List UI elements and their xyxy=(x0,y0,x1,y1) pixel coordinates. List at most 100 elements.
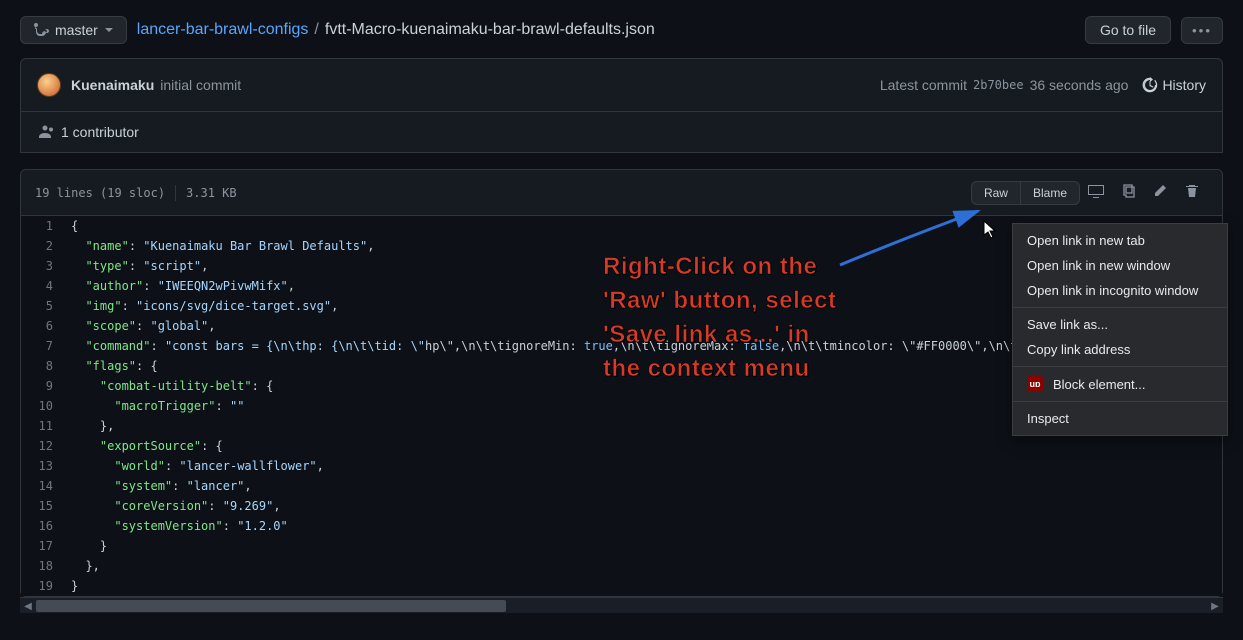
more-options-button[interactable]: ••• xyxy=(1181,17,1223,44)
line-number[interactable]: 18 xyxy=(21,556,71,576)
scrollbar-thumb[interactable] xyxy=(36,600,506,612)
history-label: History xyxy=(1162,77,1206,93)
contributors-row: 1 contributor xyxy=(21,112,1222,152)
context-menu: Open link in new tab Open link in new wi… xyxy=(1012,223,1228,436)
line-number[interactable]: 4 xyxy=(21,276,71,296)
line-content: "exportSource": { xyxy=(71,436,239,456)
git-branch-icon xyxy=(33,22,49,38)
line-number[interactable]: 8 xyxy=(21,356,71,376)
code-line: 15 "coreVersion": "9.269", xyxy=(21,496,1222,516)
line-content: "type": "script", xyxy=(71,256,224,276)
file-nav-bar: master lancer-bar-brawl-configs / fvtt-M… xyxy=(0,0,1243,58)
line-number[interactable]: 16 xyxy=(21,516,71,536)
commit-time: 36 seconds ago xyxy=(1030,77,1129,93)
line-content: }, xyxy=(71,556,116,576)
code-line: 16 "systemVersion": "1.2.0" xyxy=(21,516,1222,536)
horizontal-scrollbar[interactable]: ◀ ▶ xyxy=(20,597,1223,613)
ctx-open-new-tab[interactable]: Open link in new tab xyxy=(1013,228,1227,253)
breadcrumb-sep: / xyxy=(314,21,318,39)
file-actions: Raw Blame xyxy=(971,178,1208,207)
line-content: "system": "lancer", xyxy=(71,476,268,496)
line-number[interactable]: 13 xyxy=(21,456,71,476)
code-line: 19} xyxy=(21,576,1222,596)
commit-meta: Latest commit 2b70bee 36 seconds ago xyxy=(880,77,1129,93)
file-size: 3.31 KB xyxy=(186,186,237,200)
copy-icon-button[interactable] xyxy=(1112,178,1144,207)
screen-icon xyxy=(1088,183,1104,199)
line-number[interactable]: 19 xyxy=(21,576,71,596)
commit-box: Kuenaimaku initial commit Latest commit … xyxy=(20,58,1223,153)
ctx-divider xyxy=(1013,401,1227,402)
branch-label: master xyxy=(55,22,98,38)
commit-row: Kuenaimaku initial commit Latest commit … xyxy=(21,59,1222,112)
line-number[interactable]: 11 xyxy=(21,416,71,436)
line-number[interactable]: 12 xyxy=(21,436,71,456)
line-number[interactable]: 14 xyxy=(21,476,71,496)
code-line: 12 "exportSource": { xyxy=(21,436,1222,456)
line-content: } xyxy=(71,576,94,596)
line-content: "author": "IWEEQN2wPivwMifx", xyxy=(71,276,311,296)
line-number[interactable]: 10 xyxy=(21,396,71,416)
ublock-icon: uɒ xyxy=(1027,376,1043,392)
line-content: "scope": "global", xyxy=(71,316,232,336)
blame-button[interactable]: Blame xyxy=(1021,181,1080,205)
line-number[interactable]: 2 xyxy=(21,236,71,256)
pencil-icon xyxy=(1152,183,1168,199)
file-header: 19 lines (19 sloc) 3.31 KB Raw Blame xyxy=(21,170,1222,216)
latest-commit-label: Latest commit xyxy=(880,77,967,93)
line-number[interactable]: 6 xyxy=(21,316,71,336)
caret-down-icon xyxy=(104,25,114,35)
divider xyxy=(175,185,176,201)
ctx-copy-link[interactable]: Copy link address xyxy=(1013,337,1227,362)
scroll-left-arrow[interactable]: ◀ xyxy=(20,598,36,614)
ctx-inspect[interactable]: Inspect xyxy=(1013,406,1227,431)
repo-link[interactable]: lancer-bar-brawl-configs xyxy=(137,21,309,39)
code-line: 17 } xyxy=(21,536,1222,556)
line-content: "coreVersion": "9.269", xyxy=(71,496,297,516)
lines-count: 19 lines (19 sloc) xyxy=(35,186,165,200)
desktop-icon-button[interactable] xyxy=(1080,178,1112,207)
trash-icon xyxy=(1184,183,1200,199)
contributors-count[interactable]: 1 contributor xyxy=(61,124,139,140)
line-number[interactable]: 9 xyxy=(21,376,71,396)
line-number[interactable]: 1 xyxy=(21,216,71,236)
delete-icon-button[interactable] xyxy=(1176,178,1208,207)
branch-select-button[interactable]: master xyxy=(20,16,127,44)
code-line: 18 }, xyxy=(21,556,1222,576)
ctx-divider xyxy=(1013,366,1227,367)
history-link[interactable]: History xyxy=(1142,77,1206,93)
scroll-right-arrow[interactable]: ▶ xyxy=(1207,598,1223,614)
line-number[interactable]: 7 xyxy=(21,336,71,356)
code-line: 13 "world": "lancer-wallflower", xyxy=(21,456,1222,476)
line-content: "systemVersion": "1.2.0" xyxy=(71,516,304,536)
ctx-save-link-as[interactable]: Save link as... xyxy=(1013,312,1227,337)
line-content: } xyxy=(71,536,123,556)
line-content: "name": "Kuenaimaku Bar Brawl Defaults", xyxy=(71,236,390,256)
raw-button[interactable]: Raw xyxy=(971,181,1021,205)
ctx-open-incognito[interactable]: Open link in incognito window xyxy=(1013,278,1227,303)
ctx-open-new-window[interactable]: Open link in new window xyxy=(1013,253,1227,278)
breadcrumb: lancer-bar-brawl-configs / fvtt-Macro-ku… xyxy=(137,21,655,39)
avatar[interactable] xyxy=(37,73,61,97)
line-content: "combat-utility-belt": { xyxy=(71,376,289,396)
line-number[interactable]: 3 xyxy=(21,256,71,276)
ctx-block-element[interactable]: uɒ Block element... xyxy=(1013,371,1227,397)
line-number[interactable]: 17 xyxy=(21,536,71,556)
people-icon xyxy=(37,124,53,140)
edit-icon-button[interactable] xyxy=(1144,178,1176,207)
line-content: "command": "const bars = {\n\thp: {\n\t\… xyxy=(71,336,1099,356)
copy-icon xyxy=(1120,183,1136,199)
commit-message[interactable]: initial commit xyxy=(160,77,241,93)
line-content: }, xyxy=(71,416,130,436)
line-content: "flags": { xyxy=(71,356,174,376)
ctx-block-label: Block element... xyxy=(1053,377,1146,392)
line-number[interactable]: 15 xyxy=(21,496,71,516)
commit-author[interactable]: Kuenaimaku xyxy=(71,77,154,93)
ctx-divider xyxy=(1013,307,1227,308)
go-to-file-button[interactable]: Go to file xyxy=(1085,16,1171,44)
line-content: { xyxy=(71,216,94,236)
file-stats: 19 lines (19 sloc) 3.31 KB xyxy=(35,185,237,201)
line-number[interactable]: 5 xyxy=(21,296,71,316)
code-line: 14 "system": "lancer", xyxy=(21,476,1222,496)
commit-sha[interactable]: 2b70bee xyxy=(973,78,1024,92)
